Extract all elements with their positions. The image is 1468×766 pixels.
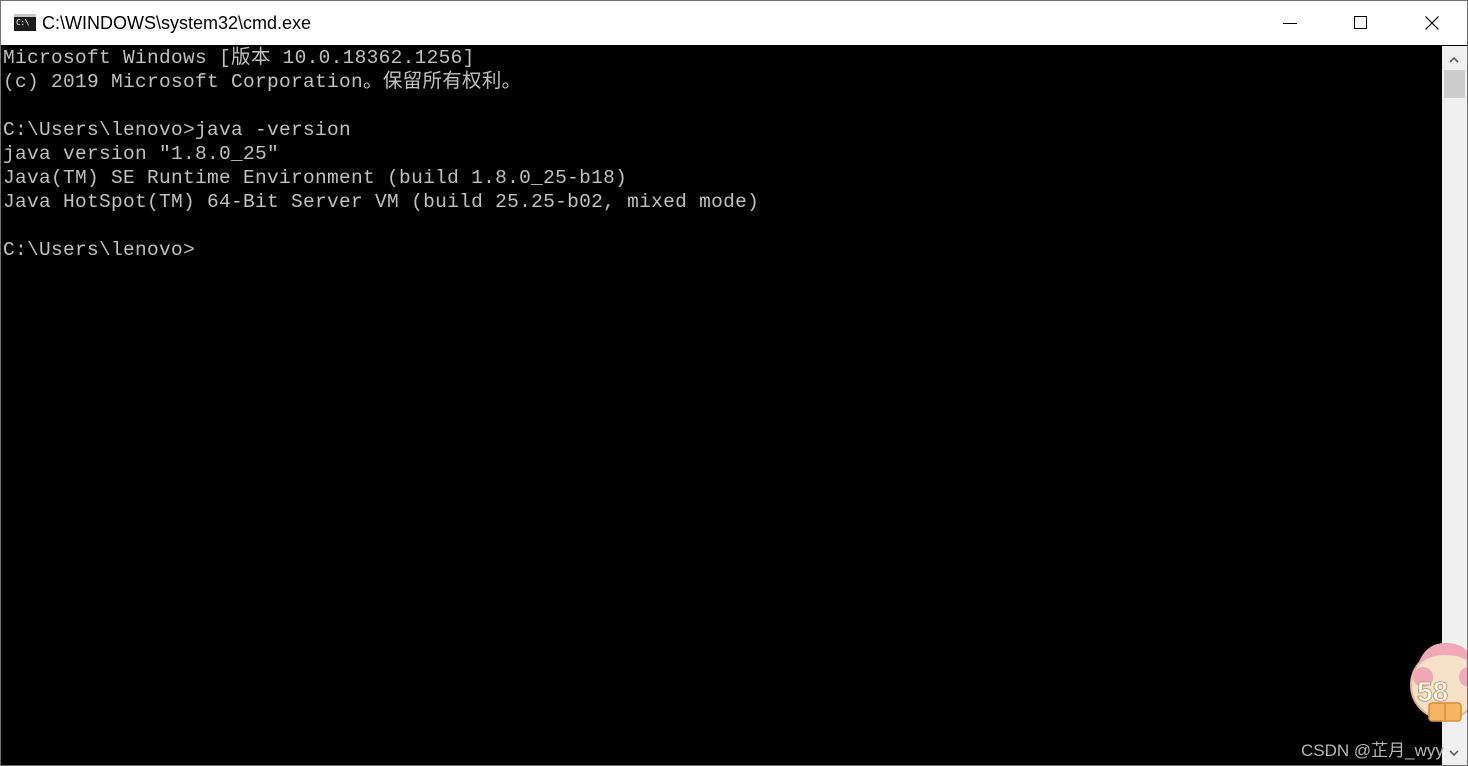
console-line: C:\Users\lenovo>java -version — [3, 119, 352, 141]
cmd-icon[interactable]: C:\ — [14, 14, 36, 31]
console-line: Microsoft Windows [版本 10.0.18362.1256] — [3, 47, 475, 69]
console-output[interactable]: Microsoft Windows [版本 10.0.18362.1256] (… — [1, 46, 1441, 765]
title-bar[interactable]: C:\ C:\WINDOWS\system32\cmd.exe — [1, 1, 1467, 45]
window-title: C:\WINDOWS\system32\cmd.exe — [42, 13, 312, 33]
close-icon — [1425, 16, 1439, 30]
arrow-up-icon — [1449, 56, 1459, 63]
maximize-button[interactable] — [1325, 1, 1395, 45]
scroll-thumb[interactable] — [1444, 70, 1465, 98]
maximize-icon — [1354, 16, 1367, 29]
console-line: (c) 2019 Microsoft Corporation。保留所有权利。 — [3, 71, 522, 93]
scroll-up-button[interactable] — [1442, 48, 1467, 72]
console-line: Java HotSpot(TM) 64-Bit Server VM (build… — [3, 191, 760, 213]
close-button[interactable] — [1397, 1, 1467, 45]
console-line: Java(TM) SE Runtime Environment (build 1… — [3, 167, 628, 189]
cmd-icon-glyph: C:\ — [16, 18, 29, 27]
cmd-window: C:\ C:\WINDOWS\system32\cmd.exe Microsof… — [0, 0, 1468, 766]
badge-number: 58 — [1417, 676, 1448, 707]
scroll-down-button[interactable] — [1442, 742, 1467, 765]
minimize-button[interactable] — [1255, 1, 1325, 45]
mascot-badge-icon: 58 — [1410, 642, 1467, 722]
arrow-down-icon — [1449, 750, 1459, 757]
csdn-watermark: CSDN @芷月_wyy — [1301, 741, 1444, 760]
console-prompt: C:\Users\lenovo> — [3, 239, 196, 261]
minimize-icon — [1283, 23, 1297, 24]
console-line: java version "1.8.0_25" — [3, 143, 280, 165]
